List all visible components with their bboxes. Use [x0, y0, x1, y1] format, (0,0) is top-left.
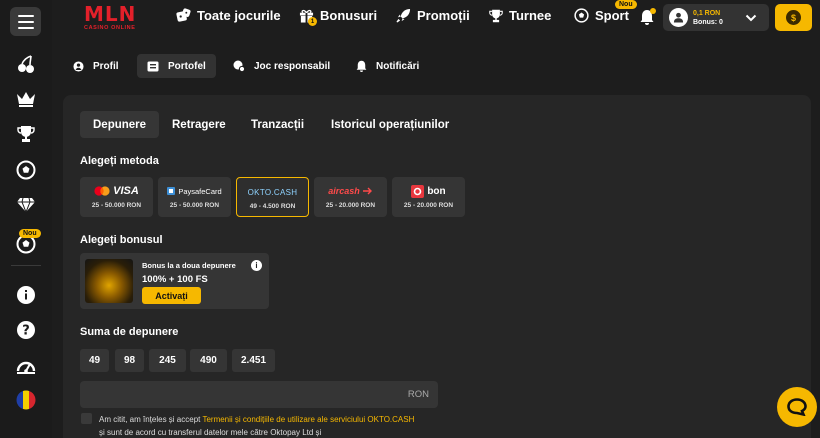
user-icon — [73, 60, 84, 72]
tab-deposit[interactable]: Depunere — [80, 111, 160, 138]
paysafecard-logo: PaysafeCard — [178, 186, 222, 196]
rocket-icon — [396, 8, 411, 23]
method-okto-cash[interactable]: OKTO.CASH 49 - 4.500 RON — [236, 177, 309, 217]
notification-dot — [650, 8, 656, 14]
method-range: 25 - 50.000 RON — [169, 202, 220, 209]
method-range: 49 - 4.500 RON — [249, 203, 296, 210]
amount-preset[interactable]: 49 — [80, 349, 109, 372]
bonus-image — [85, 259, 133, 303]
nav-tournaments[interactable]: Turnee — [489, 8, 551, 23]
bon-icon — [411, 184, 425, 198]
balance-amount: 0,1 RON — [693, 10, 721, 17]
aircash-logo: aircash — [328, 186, 360, 196]
tab-operations-history[interactable]: Istoricul operațiunilor — [318, 111, 462, 138]
new-badge: Nou — [19, 229, 41, 238]
amount-preset[interactable]: 490 — [190, 349, 227, 372]
bonus-count-badge: 1 — [308, 17, 317, 26]
soccer-ball-icon — [574, 8, 589, 23]
activate-bonus-button[interactable]: Activați — [142, 287, 201, 304]
tab-withdraw[interactable]: Retragere — [159, 111, 239, 138]
tab-responsible-gaming[interactable]: Joc responsabil — [223, 54, 340, 78]
method-range: 25 - 20.000 RON — [403, 202, 454, 209]
logo[interactable]: MLN CASINO ONLINE — [84, 4, 136, 31]
avatar — [669, 8, 688, 27]
live-chat-button[interactable] — [777, 387, 817, 427]
responsible-gaming-icon[interactable] — [14, 354, 38, 378]
wallet-icon — [147, 61, 159, 71]
bon-logo: bon — [427, 185, 446, 197]
nav-all-games[interactable]: Toate jocurile — [176, 8, 281, 23]
soccer-ball-icon[interactable] — [14, 158, 38, 182]
crown-icon[interactable] — [14, 87, 38, 111]
sidebar-divider — [11, 265, 41, 266]
method-aircash[interactable]: aircash 25 - 20.000 RON — [314, 177, 387, 217]
bonus-heading: Alegeți bonusul — [80, 234, 163, 246]
tab-profile[interactable]: Profil — [63, 54, 129, 78]
diamond-icon[interactable] — [14, 193, 38, 217]
info-icon[interactable]: i — [251, 260, 262, 271]
method-bon[interactable]: bon 25 - 20.000 RON — [392, 177, 465, 217]
bell-icon — [356, 60, 367, 72]
currency-label: RON — [407, 389, 429, 400]
bonus-value: 100% + 100 FS — [142, 274, 208, 285]
mastercard-icon — [94, 186, 110, 196]
terms-text: Am citit, am înțeles și accept Termenii … — [99, 415, 415, 437]
svg-text:?: ? — [22, 324, 30, 339]
method-heading: Alegeți metoda — [80, 155, 159, 167]
left-sidebar: Nou ? — [0, 0, 52, 438]
bonus-card: Bonus la a doua depunere 100% + 100 FS A… — [80, 253, 269, 309]
dice-icon — [176, 8, 191, 22]
tab-wallet[interactable]: Portofel — [137, 54, 216, 78]
bonus-name: Bonus la a doua depunere — [142, 261, 236, 270]
chat-icon — [787, 398, 807, 416]
top-bar: MLN CASINO ONLINE Toate jocurile 1 Bonus… — [52, 0, 820, 36]
method-range: 25 - 50.000 RON — [91, 202, 142, 209]
gift-icon: 1 — [299, 8, 317, 26]
bonus-balance: Bonus: 0 — [693, 19, 723, 26]
menu-button[interactable] — [10, 7, 41, 36]
method-range: 25 - 20.000 RON — [325, 202, 376, 209]
amount-preset[interactable]: 2.451 — [232, 349, 275, 372]
okto-cash-logo: OKTO.CASH — [247, 187, 298, 197]
cashier-button[interactable]: $ — [775, 4, 812, 31]
terms-link[interactable]: Termenii și condițiile de utilizare ale … — [202, 415, 414, 424]
trophy-icon — [489, 9, 503, 22]
sport-new-badge: Nou — [615, 0, 637, 9]
terms-checkbox[interactable] — [81, 413, 92, 424]
trophy-icon[interactable] — [14, 122, 38, 146]
romania-flag-icon[interactable] — [14, 388, 38, 412]
chevron-down-icon — [745, 11, 757, 29]
deposit-amount-input[interactable]: RON — [80, 381, 438, 408]
paysafecard-icon — [167, 187, 176, 195]
tab-notifications[interactable]: Notificări — [346, 54, 429, 78]
cherries-icon[interactable] — [14, 52, 38, 76]
help-icon[interactable]: ? — [14, 318, 38, 342]
coin-icon: $ — [786, 10, 801, 25]
nav-sport[interactable]: Sport — [574, 8, 629, 23]
responsible-gaming-icon — [233, 60, 245, 72]
tab-transactions[interactable]: Tranzacții — [238, 111, 317, 138]
method-paysafecard[interactable]: PaysafeCard 25 - 50.000 RON — [158, 177, 231, 217]
visa-logo: VISA — [113, 185, 139, 197]
amount-preset[interactable]: 245 — [149, 349, 186, 372]
account-menu[interactable]: 0,1 RON Bonus: 0 — [663, 4, 769, 31]
method-visa[interactable]: VISA 25 - 50.000 RON — [80, 177, 153, 217]
aircash-arrow-icon — [362, 187, 372, 195]
nav-bonuses[interactable]: 1 Bonusuri — [299, 8, 377, 26]
nav-promotions[interactable]: Promoții — [396, 8, 470, 23]
info-icon[interactable] — [14, 283, 38, 307]
amount-preset[interactable]: 98 — [115, 349, 144, 372]
amount-heading: Suma de depunere — [80, 326, 179, 338]
